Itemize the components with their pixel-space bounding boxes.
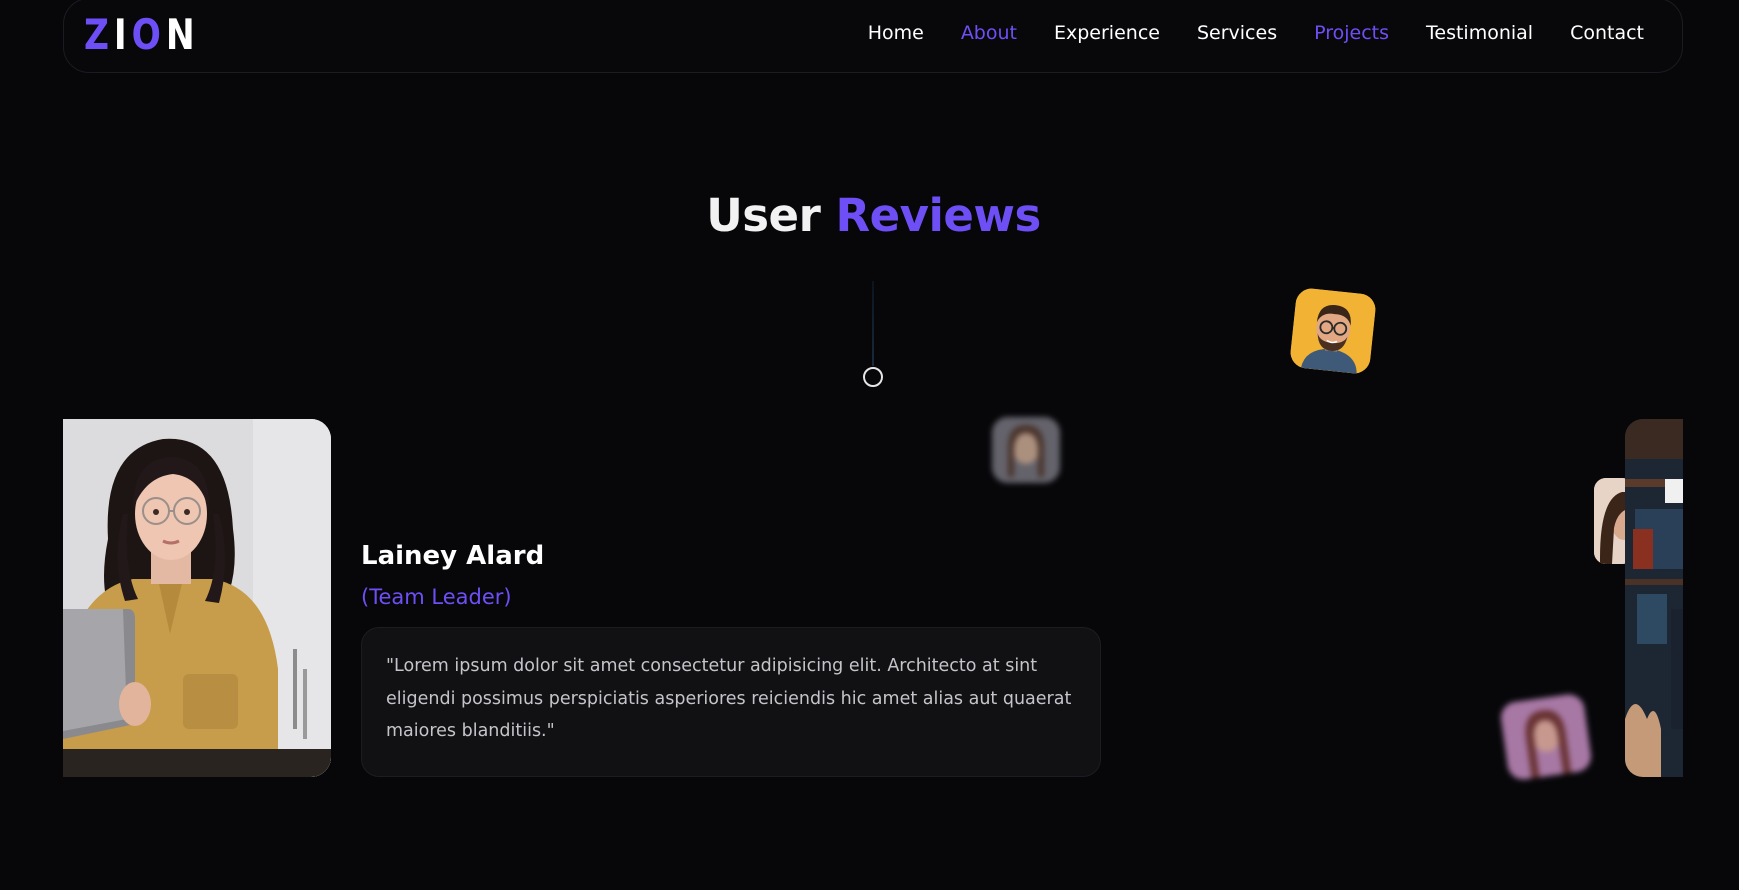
- logo-letter: O: [131, 10, 166, 59]
- nav-link-services[interactable]: Services: [1197, 21, 1277, 45]
- reviewer-role: (Team Leader): [361, 585, 512, 609]
- review-text: "Lorem ipsum dolor sit amet consectetur …: [386, 656, 1072, 741]
- nav-link-testimonial[interactable]: Testimonial: [1426, 21, 1533, 45]
- nav-link-experience[interactable]: Experience: [1054, 21, 1160, 45]
- logo-letter: I: [113, 10, 132, 59]
- review-text-card: "Lorem ipsum dolor sit amet consectetur …: [361, 627, 1101, 777]
- nav-links: Home About Experience Services Projects …: [868, 21, 1644, 45]
- section-title-part2: Reviews: [835, 189, 1041, 242]
- reviewer-photo: [63, 419, 331, 777]
- avatar-man-glasses-icon: [1289, 287, 1377, 375]
- nav-link-home[interactable]: Home: [868, 21, 924, 45]
- avatar-woman-blurred-icon: [1498, 692, 1594, 782]
- timeline-dot-icon: [863, 367, 883, 387]
- section-title-part1: User: [706, 189, 821, 242]
- section-title: User Reviews: [0, 188, 1739, 244]
- nav-link-about[interactable]: About: [961, 21, 1017, 45]
- nav-link-contact[interactable]: Contact: [1570, 21, 1644, 45]
- logo-letter: N: [165, 10, 200, 59]
- next-review-card[interactable]: [1625, 419, 1683, 777]
- reviewer-name: Lainey Alard: [361, 541, 545, 571]
- avatar-woman-blurred-icon: [992, 417, 1060, 483]
- navbar: ZION Home About Experience Services Proj…: [63, 0, 1683, 73]
- logo-letter: Z: [84, 10, 114, 59]
- logo[interactable]: ZION: [84, 11, 200, 59]
- timeline-line: [872, 281, 874, 366]
- nav-link-projects[interactable]: Projects: [1314, 21, 1389, 45]
